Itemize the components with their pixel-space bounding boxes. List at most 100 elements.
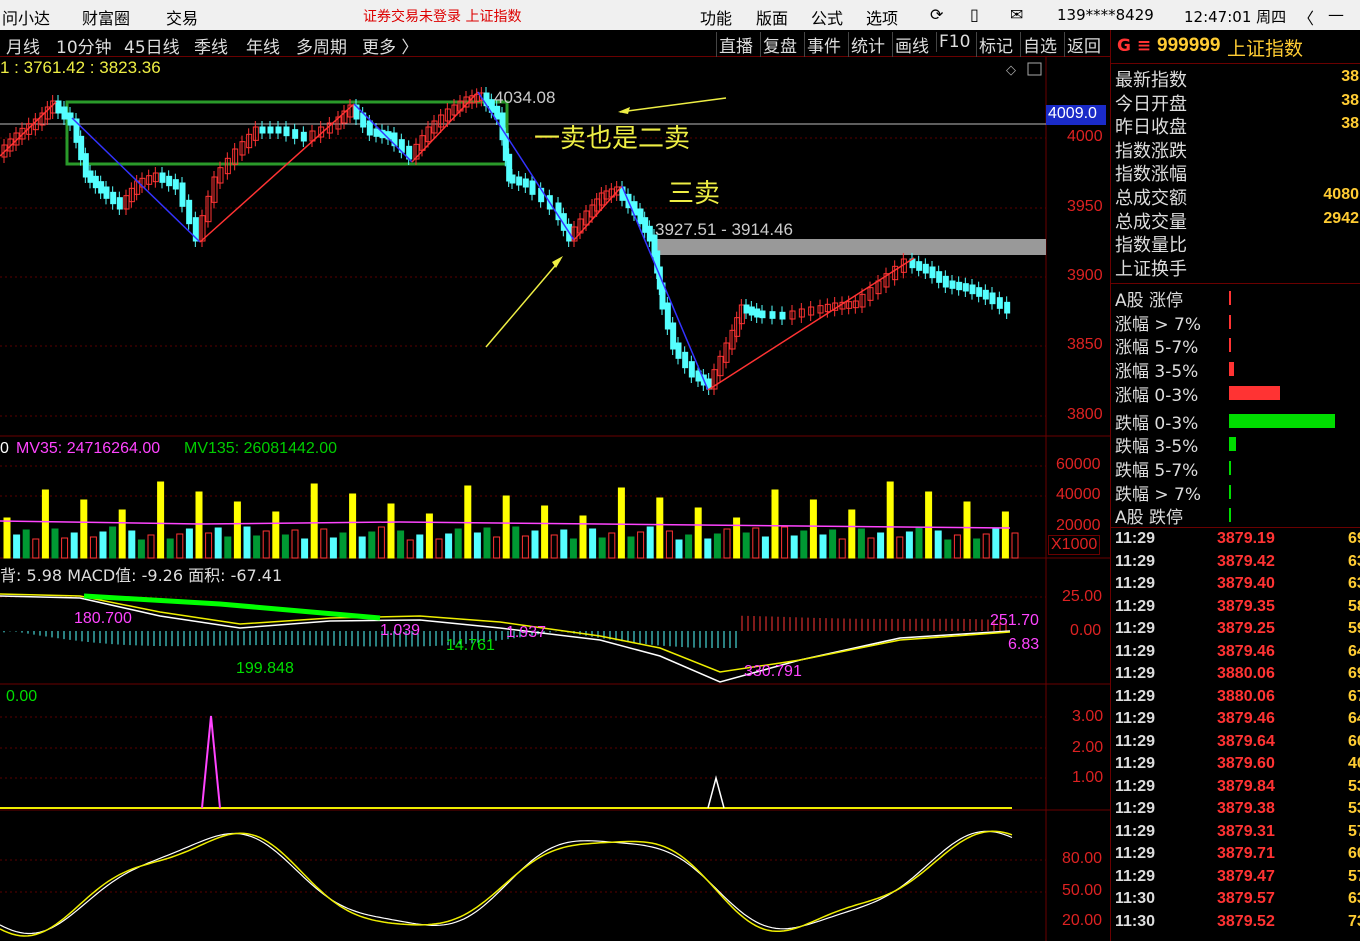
period-quarter[interactable]: 季线 bbox=[194, 33, 228, 58]
tick-time: 11:29 bbox=[1115, 642, 1156, 660]
volume-bar bbox=[579, 515, 587, 559]
tick-price: 3879.46 bbox=[1217, 642, 1275, 660]
refresh-icon[interactable]: ⟳ bbox=[930, 5, 943, 24]
menu-xuanxiang[interactable]: 选项 bbox=[866, 5, 898, 29]
mv135-label: MV135: 26081442.00 bbox=[184, 440, 338, 457]
kline-chart[interactable]: ◇ bbox=[0, 56, 1110, 941]
candle-body bbox=[116, 197, 123, 210]
candle-body bbox=[759, 310, 766, 319]
tick-time: 11:29 bbox=[1115, 687, 1156, 705]
volume-bar bbox=[608, 532, 616, 559]
breadth-bar bbox=[1229, 413, 1335, 428]
period-45day[interactable]: 45日线 bbox=[124, 33, 180, 58]
volume-bar bbox=[838, 538, 846, 559]
period-toolbar: 月线 10分钟 45日线 季线 年线 多周期 更多 〉 直播 复盘 事件 统计 … bbox=[0, 30, 1110, 58]
trend-segment bbox=[621, 185, 709, 391]
candle-body bbox=[110, 191, 117, 205]
menu-banmian[interactable]: 版面 bbox=[756, 5, 788, 29]
price-axis-3900: 3900 bbox=[1067, 267, 1103, 284]
macd-pane bbox=[0, 593, 1011, 683]
volume-bar bbox=[329, 537, 337, 559]
candle-body bbox=[166, 175, 173, 187]
btn-f10[interactable]: F10 bbox=[936, 32, 970, 52]
volume-bar bbox=[32, 538, 40, 559]
menu-gongshi[interactable]: 公式 bbox=[811, 5, 843, 29]
stat-label: 最新指数 bbox=[1115, 70, 1187, 91]
tick-volume: 73 bbox=[1348, 912, 1360, 930]
macd-title: 背: 5.98 MACD值: -9.26 面积: -67.41 bbox=[0, 566, 283, 585]
account-id[interactable]: 139****8429 bbox=[1057, 6, 1154, 24]
mail-icon[interactable]: ✉ bbox=[1010, 5, 1023, 24]
back-icon[interactable]: 〈 bbox=[1298, 5, 1314, 29]
minimize-icon[interactable]: — bbox=[1328, 5, 1344, 24]
volume-bar bbox=[665, 530, 673, 559]
candle-body bbox=[522, 178, 529, 188]
volume-bar bbox=[953, 534, 961, 559]
tick-volume: 59 bbox=[1348, 620, 1360, 637]
volume-bar bbox=[1011, 532, 1019, 559]
volume-bar bbox=[886, 481, 894, 559]
volume-bar bbox=[473, 532, 481, 559]
btn-event[interactable]: 事件 bbox=[804, 32, 841, 57]
menu-jiaoyi[interactable]: 交易 bbox=[166, 5, 198, 29]
signal-pane bbox=[0, 715, 1012, 809]
btn-return[interactable]: 返回 bbox=[1064, 32, 1101, 57]
volume-bar bbox=[233, 501, 241, 559]
tick-time: 11:29 bbox=[1115, 710, 1156, 727]
volume-bar bbox=[685, 534, 693, 559]
volume-bar bbox=[61, 537, 69, 559]
candle-body bbox=[989, 292, 996, 305]
candle-body bbox=[949, 280, 956, 289]
volume-bar bbox=[291, 529, 299, 559]
candle-body bbox=[962, 283, 969, 292]
tick-price: 3879.40 bbox=[1217, 575, 1275, 592]
ma-values: 1 : 3761.42 : 3823.36 bbox=[0, 58, 161, 77]
login-status[interactable]: 证券交易未登录 上证指数 bbox=[363, 6, 521, 26]
btn-stats[interactable]: 统计 bbox=[848, 32, 885, 57]
volume-bar bbox=[301, 538, 309, 559]
tick-price: 3879.38 bbox=[1217, 800, 1275, 817]
volume-bar bbox=[761, 536, 769, 559]
btn-review[interactable]: 复盘 bbox=[760, 32, 797, 57]
period-more[interactable]: 更多 〉 bbox=[362, 33, 418, 58]
candle-body bbox=[103, 186, 110, 199]
volume-bar bbox=[982, 533, 990, 559]
volume-bar bbox=[627, 536, 635, 559]
period-year[interactable]: 年线 bbox=[246, 33, 280, 58]
breadth-label: A股 跌停 bbox=[1115, 508, 1184, 529]
candle-body bbox=[292, 129, 299, 139]
volume-bar bbox=[790, 535, 798, 559]
period-multi[interactable]: 多周期 bbox=[296, 33, 347, 58]
breadth-bar bbox=[1229, 484, 1231, 499]
stat-value: 2942 bbox=[1323, 209, 1359, 227]
candle-body bbox=[61, 106, 68, 120]
phone-icon[interactable]: ▯ bbox=[970, 5, 979, 24]
annotation-first-sell: 一卖也是二卖 bbox=[534, 124, 691, 154]
volume-bar bbox=[224, 536, 232, 559]
tick-volume: 64 bbox=[1348, 642, 1360, 660]
btn-mark[interactable]: 标记 bbox=[976, 32, 1013, 57]
btn-draw[interactable]: 画线 bbox=[892, 32, 929, 57]
volume-bar bbox=[800, 530, 808, 559]
volume-bar bbox=[185, 528, 193, 559]
btn-live[interactable]: 直播 bbox=[716, 32, 753, 57]
candle-body bbox=[87, 170, 94, 183]
volume-bar bbox=[617, 487, 625, 559]
kdj-d-line bbox=[0, 830, 1013, 937]
period-10min[interactable]: 10分钟 bbox=[56, 33, 112, 58]
candle-body bbox=[494, 105, 501, 120]
volume-bar bbox=[1001, 511, 1009, 559]
menu-wenxiaoda[interactable]: 问小达 bbox=[2, 5, 50, 29]
volume-bar bbox=[867, 537, 875, 559]
btn-watchlist[interactable]: 自选 bbox=[1020, 32, 1057, 57]
macd-mark-3: 1.039 bbox=[380, 622, 421, 639]
period-month[interactable]: 月线 bbox=[6, 33, 40, 58]
group-icon[interactable]: G ≡ bbox=[1117, 36, 1151, 56]
tick-volume: 69 bbox=[1348, 665, 1360, 682]
menu-caifuquan[interactable]: 财富圈 bbox=[82, 5, 130, 29]
kdj-axis-20: 20.00 bbox=[1062, 912, 1103, 929]
breadth-bar bbox=[1229, 508, 1231, 523]
menu-gongneng[interactable]: 功能 bbox=[700, 5, 732, 29]
candle-body bbox=[769, 311, 776, 319]
breadth-label: 涨幅 5-7% bbox=[1115, 338, 1199, 359]
